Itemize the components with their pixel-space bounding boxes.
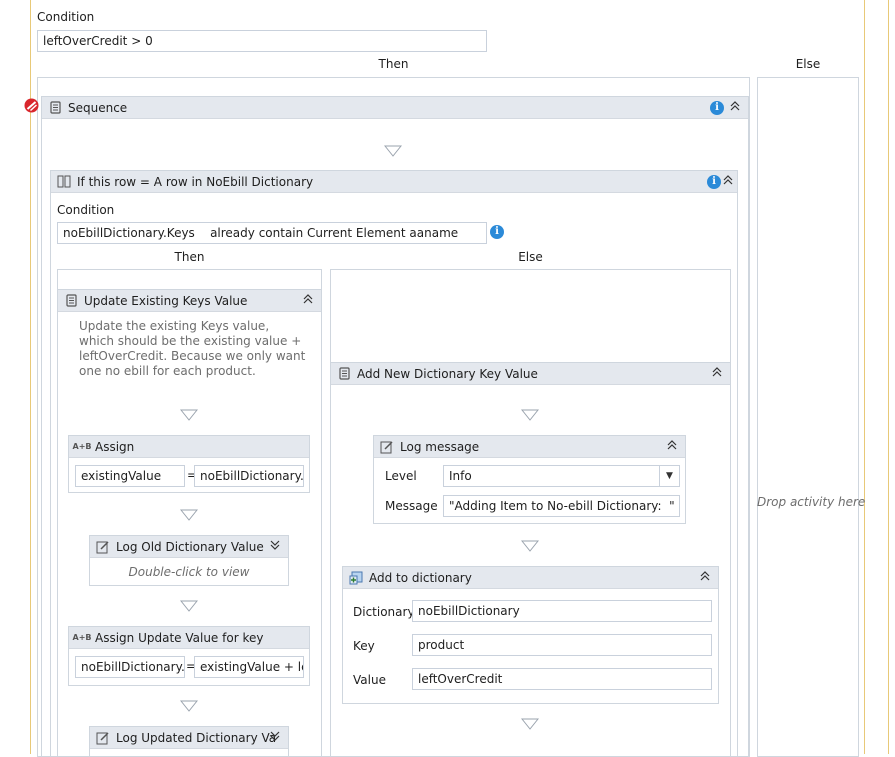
- log-message-title: Log message: [400, 439, 480, 454]
- log-updated-header[interactable]: Log Updated Dictionary Va: [90, 727, 288, 749]
- if-row-header[interactable]: If this row = A row in NoEbill Dictionar…: [51, 171, 737, 193]
- drop-arrow-5[interactable]: [180, 700, 198, 712]
- if-row-collapse-icon[interactable]: [721, 174, 735, 188]
- log-old-title: Log Old Dictionary Value: [116, 539, 264, 554]
- assign-update-to-field[interactable]: noEbillDictionary.It: [75, 656, 185, 678]
- sequence-collapse-icon[interactable]: [728, 100, 742, 114]
- if-row-else-label: Else: [518, 250, 543, 264]
- update-keys-title: Update Existing Keys Value: [84, 293, 248, 308]
- assign-to-field[interactable]: existingValue: [75, 465, 185, 487]
- add-dict-value-field[interactable]: leftOverCredit: [412, 668, 712, 690]
- sequence-header[interactable]: Sequence i: [42, 97, 748, 119]
- add-dict-dictionary-label: Dictionary: [353, 605, 415, 619]
- if-row-title: If this row = A row in NoEbill Dictionar…: [77, 174, 314, 189]
- update-keys-description: Update the existing Keys value, which sh…: [79, 319, 306, 378]
- sequence-title: Sequence: [68, 100, 128, 115]
- log-message-label: Message: [385, 499, 438, 513]
- add-dict-dictionary-field[interactable]: noEbillDictionary: [412, 600, 712, 622]
- outer-else-drop-area[interactable]: [757, 77, 859, 757]
- log-updated-title: Log Updated Dictionary Va: [116, 730, 277, 745]
- if-row-condition-field[interactable]: noEbillDictionary.Keys already contain C…: [57, 222, 487, 244]
- drop-arrow-8[interactable]: [521, 718, 539, 730]
- add-dict-icon: [349, 571, 363, 585]
- add-new-title: Add New Dictionary Key Value: [357, 366, 538, 381]
- outer-else-label: Else: [795, 57, 821, 71]
- drop-activity-hint: Drop activity here: [757, 495, 866, 509]
- update-keys-icon: [64, 294, 78, 308]
- log-old-header[interactable]: Log Old Dictionary Value: [90, 536, 288, 558]
- log-level-select[interactable]: Info ▼: [443, 465, 680, 487]
- outer-then-label: Then: [378, 57, 409, 71]
- add-new-header[interactable]: Add New Dictionary Key Value: [331, 363, 730, 385]
- assign-update-title: Assign Update Value for key: [95, 630, 264, 645]
- log-updated-icon: [96, 731, 110, 745]
- log-message-icon: [380, 440, 394, 454]
- assign-value-field[interactable]: noEbillDictionary.It: [194, 465, 304, 487]
- drop-arrow-1[interactable]: [384, 145, 402, 157]
- add-new-icon: [337, 367, 351, 381]
- outer-border-far-right: [888, 0, 889, 754]
- outer-border-right: [864, 0, 865, 754]
- drop-arrow-2[interactable]: [180, 409, 198, 421]
- assign-icon: A+B: [72, 442, 92, 451]
- if-row-condition-label: Condition: [57, 203, 115, 217]
- error-icon[interactable]: [24, 98, 39, 113]
- outer-condition-label: Condition: [37, 10, 95, 24]
- log-old-hint: Double-click to view: [128, 565, 250, 579]
- if-row-then-label: Then: [174, 250, 205, 264]
- add-dict-value-label: Value: [353, 673, 386, 687]
- if-row-condition-info-icon[interactable]: i: [490, 225, 504, 239]
- assign-update-icon: A+B: [72, 633, 92, 642]
- log-updated-expand-icon[interactable]: [268, 730, 282, 744]
- add-dict-header[interactable]: Add to dictionary: [343, 567, 718, 589]
- log-message-collapse-icon[interactable]: [665, 439, 679, 453]
- add-dict-key-field[interactable]: product: [412, 634, 712, 656]
- log-message-field[interactable]: "Adding Item to No-ebill Dictionary: " +…: [443, 495, 680, 517]
- log-level-label: Level: [385, 469, 417, 483]
- update-keys-collapse-icon[interactable]: [301, 293, 315, 307]
- outer-border-left: [30, 0, 31, 754]
- log-old-icon: [96, 540, 110, 554]
- drop-arrow-4[interactable]: [180, 600, 198, 612]
- if-icon: [57, 175, 71, 189]
- drop-arrow-7[interactable]: [521, 540, 539, 552]
- if-row-info-icon[interactable]: i: [707, 175, 721, 189]
- log-message-header[interactable]: Log message: [374, 436, 685, 458]
- update-keys-header[interactable]: Update Existing Keys Value: [58, 290, 321, 312]
- drop-arrow-6[interactable]: [521, 409, 539, 421]
- assign-header[interactable]: A+B Assign: [69, 436, 309, 458]
- assign-update-header[interactable]: A+B Assign Update Value for key: [69, 627, 309, 649]
- log-level-value: Info: [449, 469, 472, 483]
- log-old-expand-icon[interactable]: [268, 539, 282, 553]
- assign-title: Assign: [95, 439, 135, 454]
- sequence-icon: [48, 101, 62, 115]
- assign-update-value-field[interactable]: existingValue + left: [194, 656, 304, 678]
- drop-arrow-3[interactable]: [180, 509, 198, 521]
- add-dict-key-label: Key: [353, 639, 375, 653]
- add-dict-collapse-icon[interactable]: [698, 570, 712, 584]
- add-new-collapse-icon[interactable]: [710, 366, 724, 380]
- chevron-down-icon[interactable]: ▼: [659, 466, 679, 486]
- sequence-info-icon[interactable]: i: [710, 101, 724, 115]
- add-dict-title: Add to dictionary: [369, 570, 472, 585]
- outer-condition-field[interactable]: leftOverCredit > 0: [37, 30, 487, 52]
